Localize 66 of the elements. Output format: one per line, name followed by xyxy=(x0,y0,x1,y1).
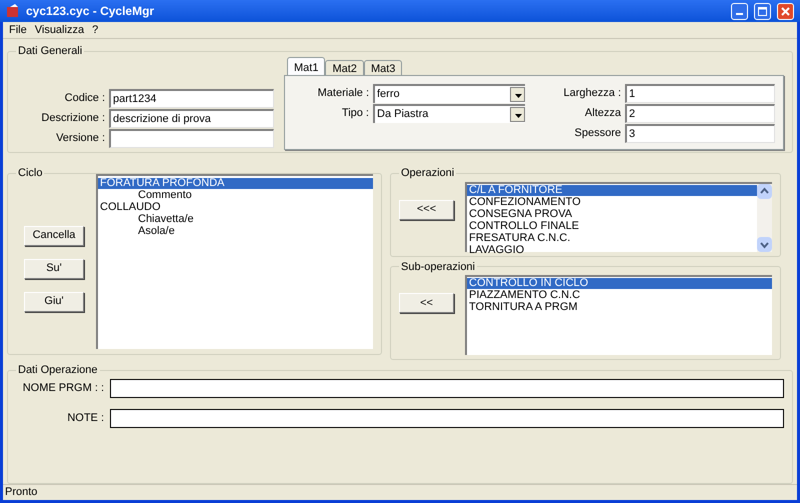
input-field[interactable] xyxy=(109,128,274,148)
scrollbar[interactable] xyxy=(757,184,772,252)
input-field[interactable]: part1234 xyxy=(109,88,274,108)
push-button[interactable]: Cancella xyxy=(24,226,84,246)
minimize-icon xyxy=(736,13,743,15)
input-field[interactable]: descrizione di prova xyxy=(109,108,274,128)
input-field[interactable] xyxy=(110,378,784,398)
group-title: Dati Generali xyxy=(17,44,84,59)
scroll-down-icon[interactable] xyxy=(757,236,772,252)
window-title: cyc123.cyc - CycleMgr xyxy=(26,3,156,20)
list-item[interactable]: TORNITURA A PRGM xyxy=(467,302,772,313)
list-item[interactable]: CONFEZIONAMENTO xyxy=(467,196,757,208)
list-item[interactable]: Chiavetta/e xyxy=(98,214,194,224)
input-field[interactable]: 3 xyxy=(625,124,775,142)
field-label: Descrizione : xyxy=(41,110,105,126)
field-label: Materiale : xyxy=(318,86,369,101)
input-field[interactable]: 2 xyxy=(625,104,775,122)
operations-list[interactable]: C/L A FORNITORE CONFEZIONAMENTO CONSEGNA PROVA CONTROLLO FINALE FRESATURA C.N.C. LAVAGGIO xyxy=(465,182,772,252)
menu-item[interactable]: ? xyxy=(92,22,98,38)
field-label: Codice : xyxy=(64,90,105,106)
push-button[interactable]: <<< xyxy=(399,200,454,220)
close-button[interactable] xyxy=(777,2,794,20)
list-item[interactable]: CONSEGNA PROVA xyxy=(467,208,757,220)
field-label: Tipo : xyxy=(342,106,369,121)
scroll-up-icon[interactable] xyxy=(757,184,772,198)
tab[interactable]: Mat2 xyxy=(325,60,364,74)
group-title: Operazioni xyxy=(400,166,456,181)
list-item[interactable]: FRESATURA C.N.C. xyxy=(467,232,757,244)
group-title: Dati Operazione xyxy=(17,363,98,378)
group-title: Sub-operazioni xyxy=(400,260,476,274)
minimize-button[interactable] xyxy=(731,2,748,20)
push-button[interactable]: << xyxy=(399,293,454,313)
status-text: Pronto xyxy=(5,485,38,500)
maximize-icon xyxy=(758,6,767,16)
field-label: Altezza xyxy=(584,106,621,121)
input-field[interactable] xyxy=(110,408,784,428)
dropdown-value: ferro xyxy=(376,86,401,102)
menu-item[interactable]: File xyxy=(9,22,27,38)
list-item[interactable]: Commento xyxy=(98,190,192,200)
push-button[interactable]: Su' xyxy=(24,258,84,278)
input-field[interactable]: 1 xyxy=(625,84,775,102)
list-item[interactable]: CONTROLLO IN CICLO xyxy=(467,278,772,289)
close-icon xyxy=(781,6,790,16)
list-item[interactable]: CONTROLLO FINALE xyxy=(467,220,757,232)
cycle-list[interactable]: FORATURA PROFONDA Commento COLLAUDO Chiavetta/e Asola/e xyxy=(96,174,373,348)
tab[interactable]: Mat3 xyxy=(364,60,402,74)
group-title: Ciclo xyxy=(17,166,44,181)
list-item[interactable]: Asola/e xyxy=(98,226,175,236)
menu-item[interactable]: Visualizza xyxy=(34,22,84,38)
field-label: NOME PRGM : : xyxy=(22,380,104,396)
list-item[interactable]: COLLAUDO xyxy=(98,202,373,212)
app-icon xyxy=(6,4,20,18)
field-label: NOTE : xyxy=(66,410,104,426)
dropdown[interactable]: ferro xyxy=(373,84,525,102)
maximize-button[interactable] xyxy=(754,2,771,20)
field-label: Larghezza : xyxy=(564,86,621,101)
dropdown[interactable]: Da Piastra xyxy=(373,104,525,122)
operations-list[interactable]: CONTROLLO IN CICLO PIAZZAMENTO C.N.C TORNITURA A PRGM xyxy=(465,275,772,355)
list-item[interactable]: PIAZZAMENTO C.N.C xyxy=(467,290,772,301)
list-item[interactable]: FORATURA PROFONDA xyxy=(98,178,373,188)
push-button[interactable]: Giu' xyxy=(24,292,84,312)
dropdown-value: Da Piastra xyxy=(376,106,430,122)
field-label: Versione : xyxy=(56,130,105,146)
field-label: Spessore xyxy=(574,126,621,141)
list-item[interactable]: C/L A FORNITORE xyxy=(467,184,757,196)
tab[interactable]: Mat1 xyxy=(287,56,326,74)
